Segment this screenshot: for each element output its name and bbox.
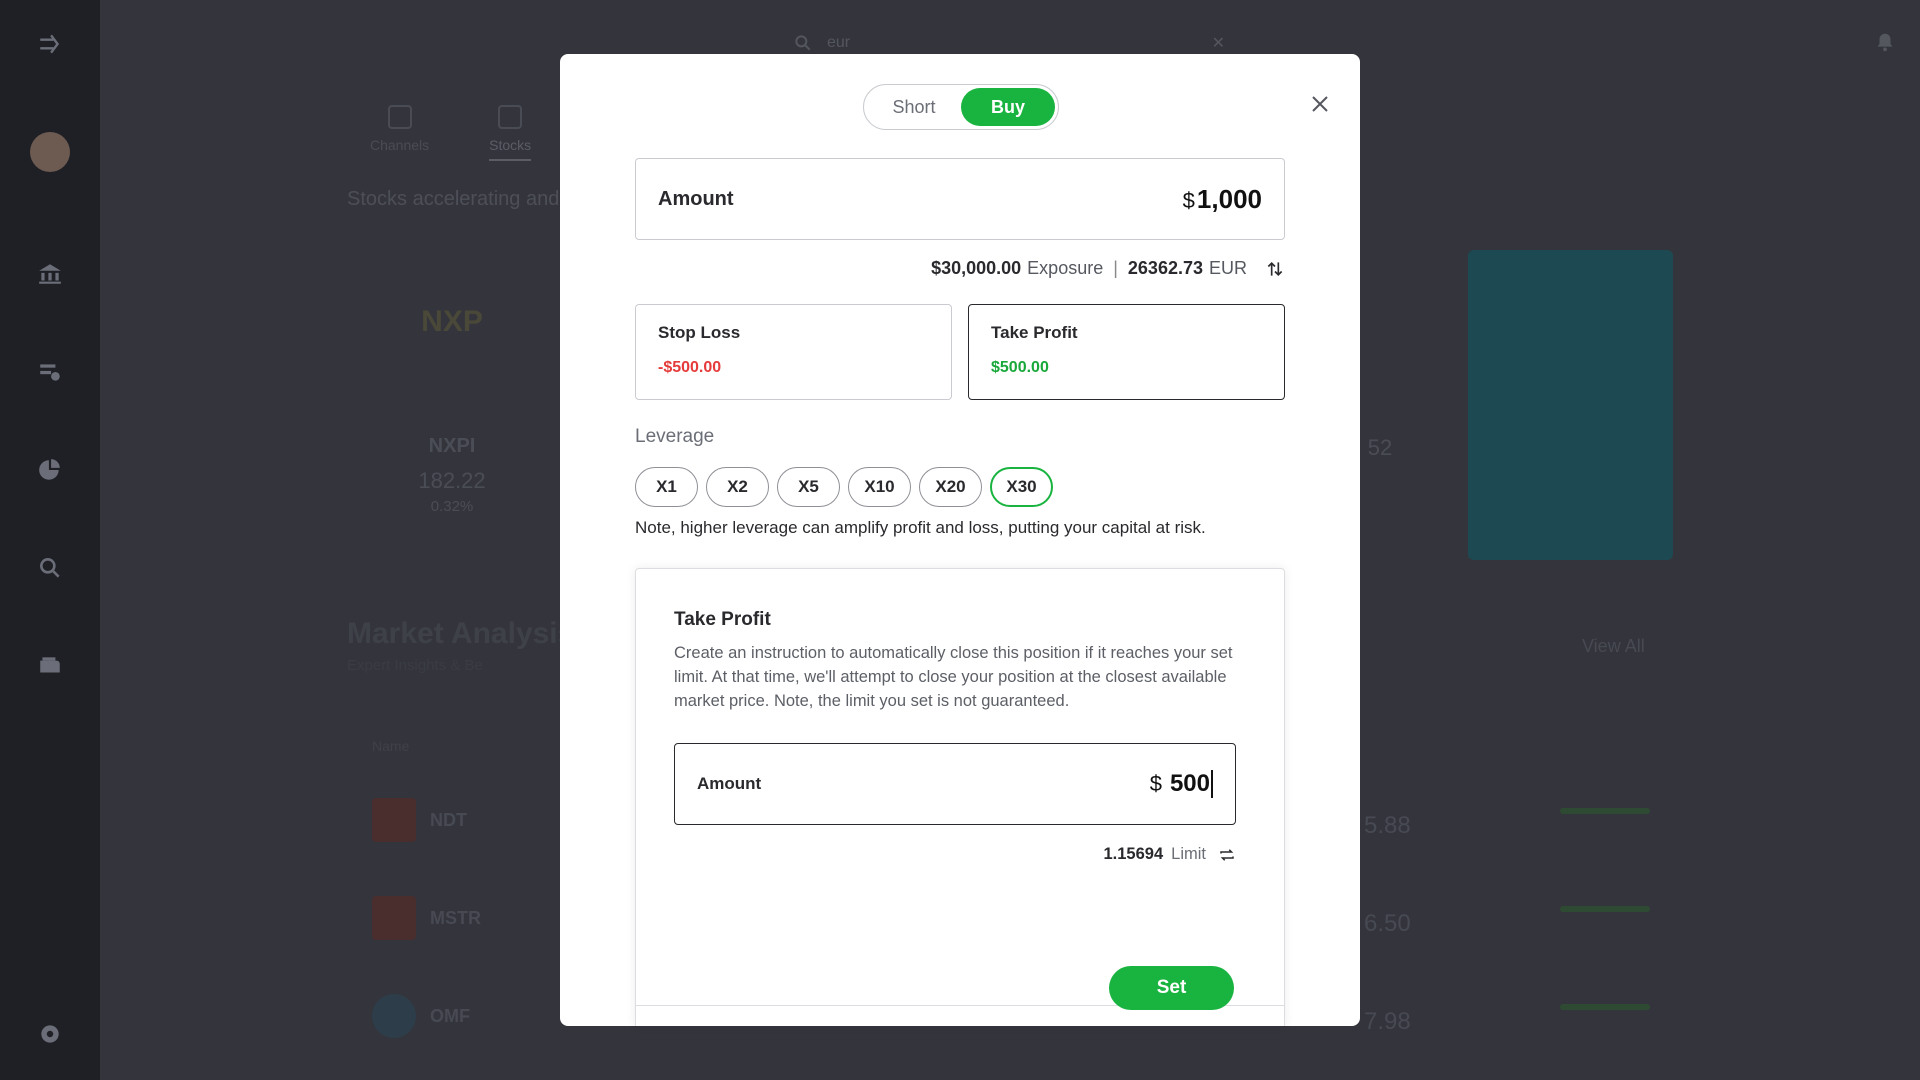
close-icon[interactable] bbox=[1308, 92, 1332, 116]
category-tabs: Channels Stocks bbox=[370, 105, 532, 161]
stop-loss-card[interactable]: Stop Loss -$500.00 bbox=[635, 304, 952, 400]
watchlist-icon[interactable] bbox=[34, 356, 66, 388]
amount-value[interactable]: $1,000 bbox=[1183, 184, 1262, 215]
divider: | bbox=[1113, 258, 1118, 278]
leverage-x1-button[interactable]: X1 bbox=[635, 467, 698, 507]
currency-symbol: $ bbox=[1182, 187, 1195, 213]
leverage-options: X1 X2 X5 X10 X20 X30 bbox=[635, 467, 1053, 507]
row-symbol: OMF bbox=[430, 1005, 470, 1026]
leverage-x20-button[interactable]: X20 bbox=[919, 467, 982, 507]
amount-label: Amount bbox=[697, 774, 762, 793]
stop-loss-label: Stop Loss bbox=[658, 323, 741, 342]
company-logo bbox=[372, 994, 416, 1038]
leverage-x30-button[interactable]: X30 bbox=[990, 467, 1053, 507]
search-query: eur bbox=[827, 34, 851, 51]
leverage-x2-button[interactable]: X2 bbox=[706, 467, 769, 507]
row-symbol: MSTR bbox=[430, 907, 481, 928]
amount-number: 1,000 bbox=[1196, 183, 1262, 214]
table-row[interactable]: OMF bbox=[372, 986, 470, 1046]
take-profit-amount-value[interactable]: $ 500 bbox=[1150, 770, 1213, 798]
promo-card[interactable] bbox=[1468, 250, 1673, 560]
take-profit-label: Take Profit bbox=[991, 323, 1078, 342]
limit-label: Limit bbox=[1171, 845, 1206, 863]
expand-arrow-icon[interactable] bbox=[34, 28, 66, 60]
clear-search-icon[interactable]: ✕ bbox=[1212, 33, 1225, 53]
exposure-eur-value: 26362.73 bbox=[1127, 258, 1203, 278]
repeat-icon[interactable] bbox=[1218, 846, 1236, 864]
limit-info: 1.15694 Limit bbox=[1104, 845, 1237, 864]
view-all-link[interactable]: View All bbox=[1582, 636, 1645, 657]
column-header: Name bbox=[372, 738, 410, 754]
take-profit-panel: Take Profit Create an instruction to aut… bbox=[635, 568, 1285, 1026]
sentiment-bar bbox=[1560, 1004, 1650, 1010]
settings-gear-icon[interactable] bbox=[34, 1018, 66, 1050]
direction-toggle[interactable]: Short Buy bbox=[863, 84, 1059, 130]
row-value: 5.88 bbox=[1364, 812, 1411, 839]
section-subtitle: Stocks accelerating and bbox=[347, 188, 560, 210]
section-title: Market Analysis bbox=[347, 617, 575, 650]
take-profit-value: $500.00 bbox=[991, 359, 1049, 376]
tab-label: Stocks bbox=[489, 137, 532, 153]
limit-value: 1.15694 bbox=[1103, 845, 1164, 863]
portfolio-pie-icon[interactable] bbox=[34, 454, 66, 486]
search-icon bbox=[795, 35, 811, 51]
take-profit-panel-title: Take Profit bbox=[674, 609, 771, 630]
stop-loss-value: -$500.00 bbox=[658, 359, 722, 376]
channels-icon bbox=[387, 105, 412, 129]
stock-change: 0.32% bbox=[430, 498, 474, 515]
exposure-label: Exposure bbox=[1027, 258, 1104, 278]
currency-symbol: $ bbox=[1149, 771, 1162, 796]
exposure-value: $30,000.00 bbox=[931, 258, 1022, 278]
stocks-icon bbox=[498, 105, 523, 129]
short-option[interactable]: Short bbox=[867, 88, 961, 126]
leverage-note: Note, higher leverage can amplify profit… bbox=[635, 518, 1206, 537]
trade-modal: Short Buy Amount $1,000 $30,000.00 Expos… bbox=[560, 54, 1360, 1026]
sentiment-bar bbox=[1560, 906, 1650, 912]
bank-icon[interactable] bbox=[34, 258, 66, 290]
stock-price: 182.22 bbox=[418, 468, 486, 493]
leverage-x5-button[interactable]: X5 bbox=[777, 467, 840, 507]
section-description: Expert Insights & Be bbox=[347, 657, 483, 674]
search-bar[interactable]: eur ✕ bbox=[785, 30, 1225, 56]
company-logo bbox=[372, 896, 416, 940]
set-button[interactable]: Set bbox=[1109, 966, 1234, 1010]
leverage-x10-button[interactable]: X10 bbox=[848, 467, 911, 507]
stock-symbol: NXPI bbox=[428, 435, 476, 457]
take-profit-description: Create an instruction to automatically c… bbox=[674, 644, 1233, 710]
company-logo: NXP bbox=[421, 305, 483, 338]
amount-number: 500 bbox=[1169, 770, 1210, 797]
wallet-icon[interactable] bbox=[34, 650, 66, 682]
exposure-info: $30,000.00 Exposure | 26362.73 EUR bbox=[931, 258, 1285, 279]
notification-bell-icon[interactable] bbox=[1874, 30, 1896, 54]
buy-option[interactable]: Buy bbox=[961, 88, 1055, 126]
tab-label: Channels bbox=[370, 137, 430, 153]
exposure-eur-label: EUR bbox=[1208, 258, 1247, 278]
leverage-title: Leverage bbox=[635, 426, 715, 447]
take-profit-card[interactable]: Take Profit $500.00 bbox=[968, 304, 1285, 400]
amount-label: Amount bbox=[658, 187, 734, 210]
amount-field[interactable]: Amount $1,000 bbox=[635, 158, 1285, 240]
sidebar bbox=[0, 0, 100, 1080]
take-profit-amount-input[interactable]: Amount $ 500 bbox=[674, 743, 1236, 825]
sentiment-bar bbox=[1560, 808, 1650, 814]
swap-arrows-icon[interactable] bbox=[1265, 259, 1285, 279]
company-logo bbox=[372, 798, 416, 842]
text-cursor bbox=[1211, 770, 1213, 798]
avatar[interactable] bbox=[30, 132, 70, 172]
tab-stocks[interactable]: Stocks bbox=[489, 105, 532, 161]
table-row[interactable]: NDT bbox=[372, 790, 467, 850]
row-value: 7.98 bbox=[1364, 1008, 1411, 1035]
search-icon[interactable] bbox=[34, 552, 66, 584]
table-row[interactable]: MSTR bbox=[372, 888, 481, 948]
row-symbol: NDT bbox=[430, 809, 467, 830]
tab-channels[interactable]: Channels bbox=[370, 105, 429, 161]
stock-card[interactable]: NXP NXPI 182.22 0.32% bbox=[352, 255, 552, 555]
row-value: 6.50 bbox=[1364, 910, 1411, 937]
